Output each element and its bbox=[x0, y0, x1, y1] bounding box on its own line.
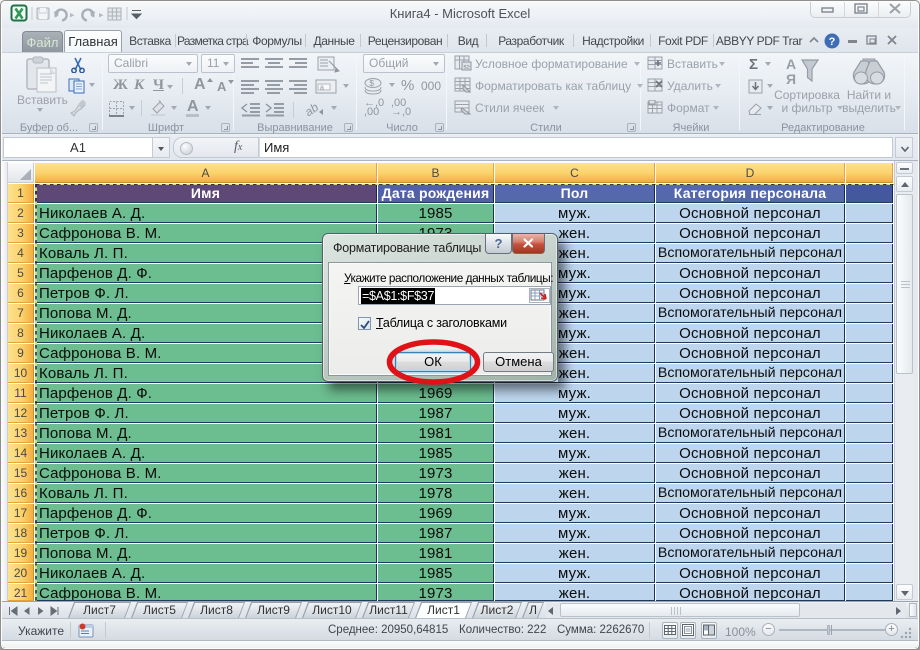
svg-text:А: А bbox=[786, 56, 796, 72]
svg-text:ab: ab bbox=[303, 100, 321, 119]
svg-text:s≥: s≥ bbox=[464, 65, 471, 71]
svg-text:?: ? bbox=[829, 36, 836, 48]
svg-text:Я: Я bbox=[786, 71, 796, 87]
svg-text:a: a bbox=[320, 85, 324, 92]
svg-text:$: $ bbox=[370, 79, 375, 88]
